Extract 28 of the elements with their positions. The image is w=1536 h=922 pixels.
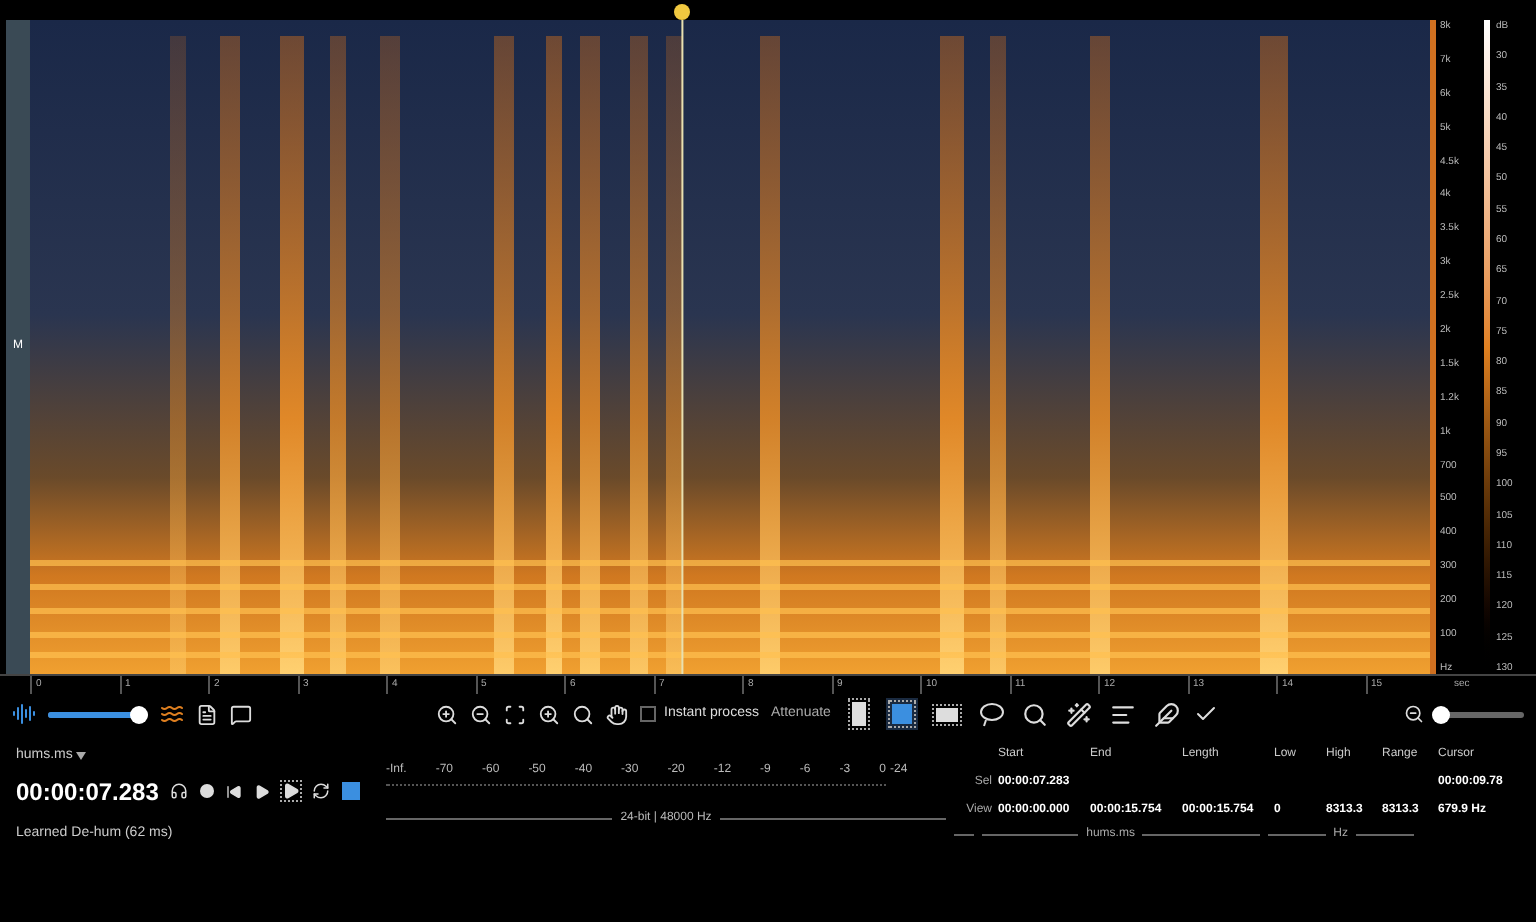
checkmark-icon[interactable]	[1194, 702, 1219, 726]
skip-back-icon[interactable]	[226, 783, 243, 799]
search-icon[interactable]	[572, 703, 594, 725]
follow-icon[interactable]	[342, 782, 361, 800]
caret-icon[interactable]	[76, 752, 87, 761]
slider[interactable]	[1436, 704, 1524, 724]
play-icon[interactable]	[254, 783, 271, 799]
zoom-selection-icon[interactable]	[504, 703, 526, 725]
record-icon[interactable]	[200, 784, 215, 798]
hand-icon[interactable]	[606, 703, 628, 725]
wand-tool[interactable]	[1062, 698, 1095, 730]
comment-icon[interactable]	[230, 703, 252, 725]
time-frequency-select-tool[interactable]	[886, 698, 919, 730]
zoom-out-icon[interactable]	[470, 703, 492, 725]
zoom-reset-icon[interactable]	[538, 703, 560, 725]
playhead-handle[interactable]	[674, 4, 691, 20]
spectrogram-icon[interactable]	[160, 702, 184, 726]
waveform-icon[interactable]	[12, 702, 36, 726]
document-icon[interactable]	[196, 703, 218, 725]
zoom-in-icon[interactable]	[436, 703, 458, 725]
time-display: 00:00:07.283	[16, 775, 159, 809]
zoom-out-icon[interactable]	[1404, 704, 1424, 724]
brush-tool[interactable]	[1150, 698, 1183, 730]
slider[interactable]	[48, 704, 148, 724]
play-selection-icon[interactable]	[282, 782, 301, 800]
loop-icon[interactable]	[312, 782, 331, 800]
lasso-tool[interactable]	[974, 698, 1007, 730]
headphones-icon[interactable]	[170, 782, 189, 800]
